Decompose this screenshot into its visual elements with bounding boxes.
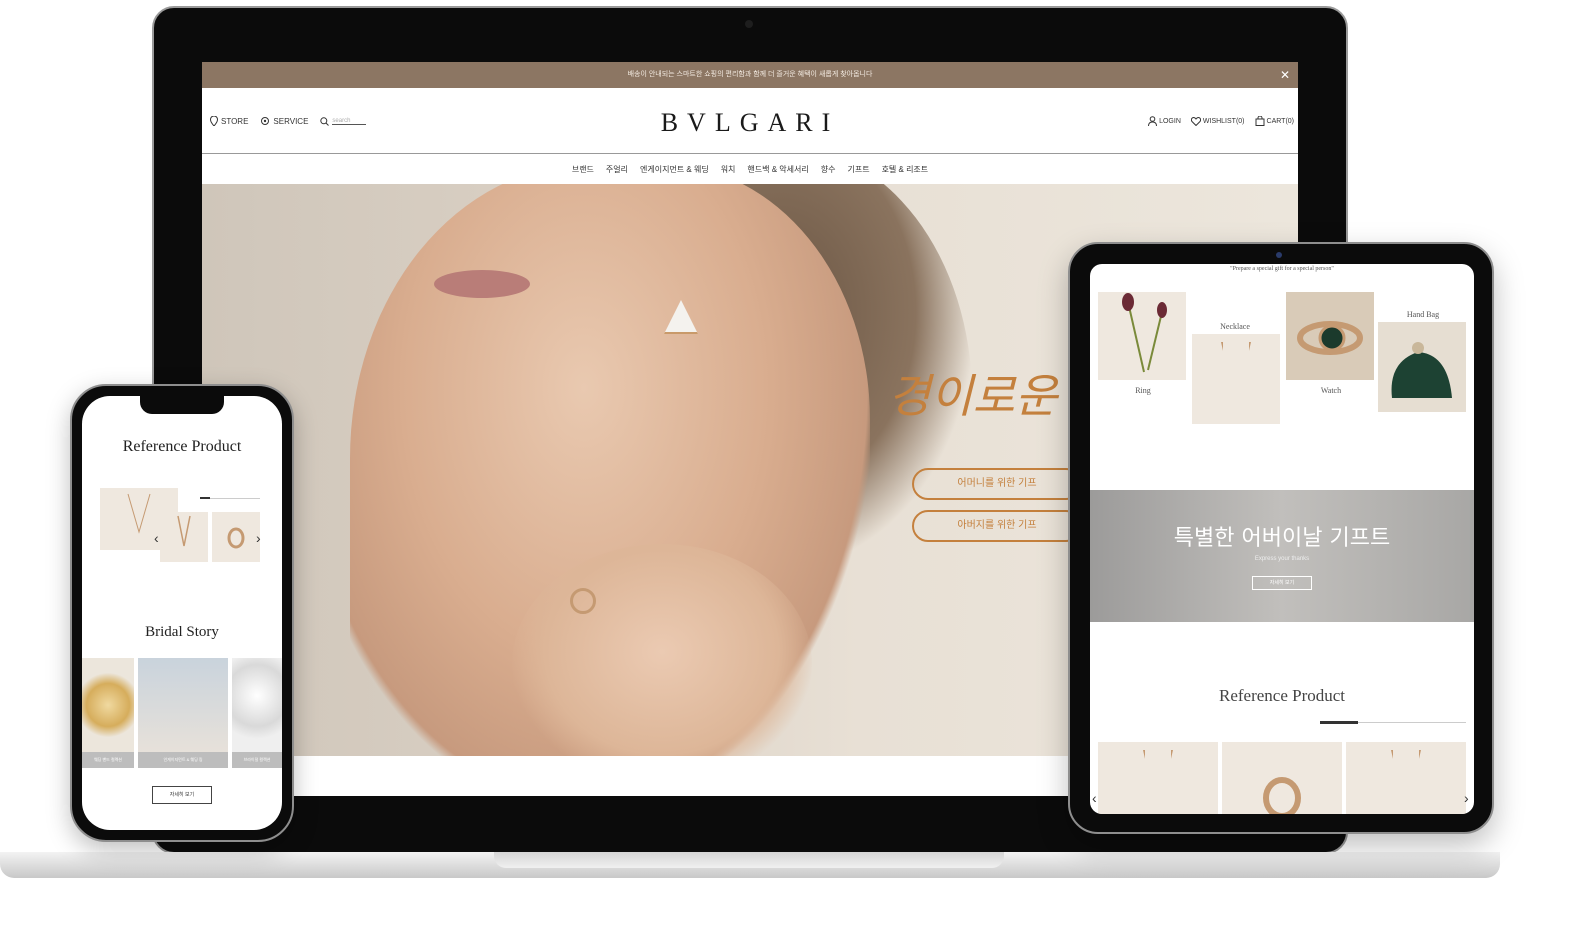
chevron-right-icon[interactable]: › [1464,790,1469,806]
category-label-necklace: Necklace [1220,322,1250,331]
bridal-story-card-3[interactable]: 브라이덜 컬렉션 [232,658,282,768]
bridal-story-card-1[interactable]: 웨딩 밴드 컬렉션 [82,658,134,768]
ring-product-image [227,527,245,549]
category-card-handbag[interactable] [1378,322,1466,412]
reference-product-card-2[interactable] [1222,742,1342,814]
parents-day-banner: 특별한 어버이날 기프트 Express your thanks 자세히 보기 [1090,490,1474,622]
reference-product-card-1[interactable] [1098,742,1218,814]
heart-icon [1190,116,1201,126]
carousel-progress-indicator [200,497,210,499]
category-card-watch[interactable] [1286,292,1374,380]
nav-item-watch[interactable]: 워치 [721,164,736,175]
gold-bands-image [82,658,134,752]
nav-item-handbag[interactable]: 핸드백 & 악세서리 [747,164,808,175]
promo-text: 배송이 안내되는 스마트한 쇼핑의 편리함과 함께 더 즐거운 혜택이 새롭게 … [627,71,873,78]
nav-item-jewelry[interactable]: 주얼리 [606,164,628,175]
phone-device: Reference Product ‹ › Bridal Story 웨딩 밴드… [70,384,294,842]
close-icon[interactable]: ✕ [1280,62,1290,88]
reference-product-title: Reference Product [122,438,242,455]
ring-image [570,588,596,614]
chevron-left-icon[interactable]: ‹ [1092,790,1097,806]
category-card-ring[interactable] [1098,292,1186,380]
nav-item-wedding[interactable]: 엔게이지먼트 & 웨딩 [640,164,709,175]
diamond-ring-image [232,658,282,752]
necklace-image [1221,342,1251,402]
nav-item-hotel[interactable]: 호텔 & 리조트 [882,164,929,175]
bridal-story-card-2[interactable]: 인게이지먼트 & 웨딩 링 [138,658,228,768]
user-icon [1148,116,1158,126]
bridal-story-title: Bridal Story [145,624,219,640]
tablet-device: "Prepare a special gift for a special pe… [1068,242,1494,834]
fathers-gift-button[interactable]: 아버지를 위한 기프 [912,510,1082,542]
story-caption: 웨딩 밴드 컬렉션 [82,752,134,768]
phone-notch [140,396,224,414]
promo-bar: 배송이 안내되는 스마트한 쇼핑의 편리함과 함께 더 즐거운 혜택이 새롭게 … [202,62,1298,88]
header-right-utilities: LOGIN WISHLIST(0) CART(0) [1148,88,1294,154]
category-label-ring: Ring [1135,386,1151,395]
chevron-right-icon[interactable]: › [256,530,261,546]
laptop-camera [745,20,753,28]
nav-item-brand[interactable]: 브랜드 [572,164,594,175]
ring-product-image [1263,777,1301,814]
banner-title: 특별한 어버이날 기프트 [1173,526,1391,551]
nav-item-gift[interactable]: 기프트 [847,164,869,175]
hand-with-flower-image [138,658,228,752]
cart-link[interactable]: CART(0) [1255,116,1294,126]
category-label-watch: Watch [1320,386,1342,395]
hero-model-lips [434,270,530,298]
ring-flower-image [1122,293,1167,373]
gift-tagline: "Prepare a special gift for a special pe… [1230,266,1334,272]
mothers-gift-button[interactable]: 어머니를 위한 기프 [912,468,1082,500]
more-button[interactable]: 자세히 보기 [152,786,212,804]
brand-logo[interactable]: BVLGARI [202,108,1298,138]
wishlist-label: WISHLIST(0) [1202,117,1245,125]
nav-item-fragrance[interactable]: 향수 [821,164,836,175]
category-card-necklace[interactable] [1192,334,1280,424]
phone-product-card-2[interactable] [160,512,208,562]
site-header: STORE SERVICE search BVLGARI LOGIN WISHL… [202,88,1298,154]
hero-title: 경이로운 [888,369,1058,423]
handbag-image [1391,342,1452,398]
necklace-product-image [1143,750,1173,810]
story-caption: 인게이지먼트 & 웨딩 링 [138,752,228,768]
wishlist-link[interactable]: WISHLIST(0) [1190,116,1245,126]
chevron-left-icon[interactable]: ‹ [154,530,159,546]
login-label: LOGIN [1159,117,1181,125]
category-label-handbag: Hand Bag [1406,310,1440,319]
watch-image [1297,321,1363,355]
reference-product-title: Reference Product [1218,686,1346,705]
shopping-bag-icon [1255,116,1265,126]
cart-label: CART(0) [1266,117,1294,125]
tablet-camera [1276,252,1282,258]
global-navigation: 브랜드 주얼리 엔게이지먼트 & 웨딩 워치 핸드백 & 악세서리 향수 기프트… [202,154,1298,184]
pendant-product-image [177,515,191,547]
story-caption: 브라이덜 컬렉션 [232,752,282,768]
banner-more-button[interactable]: 자세히 보기 [1252,576,1312,590]
tablet-screen: "Prepare a special gift for a special pe… [1090,264,1474,814]
pendant-product-image [1391,750,1421,810]
carousel-progress-indicator [1320,721,1358,724]
banner-subtitle: Express your thanks [1254,556,1310,562]
reference-product-card-3[interactable] [1346,742,1466,814]
login-link[interactable]: LOGIN [1148,116,1181,126]
phone-product-card-3[interactable] [212,512,260,562]
phone-screen: Reference Product ‹ › Bridal Story 웨딩 밴드… [82,396,282,830]
laptop-hinge-notch [494,852,1004,868]
